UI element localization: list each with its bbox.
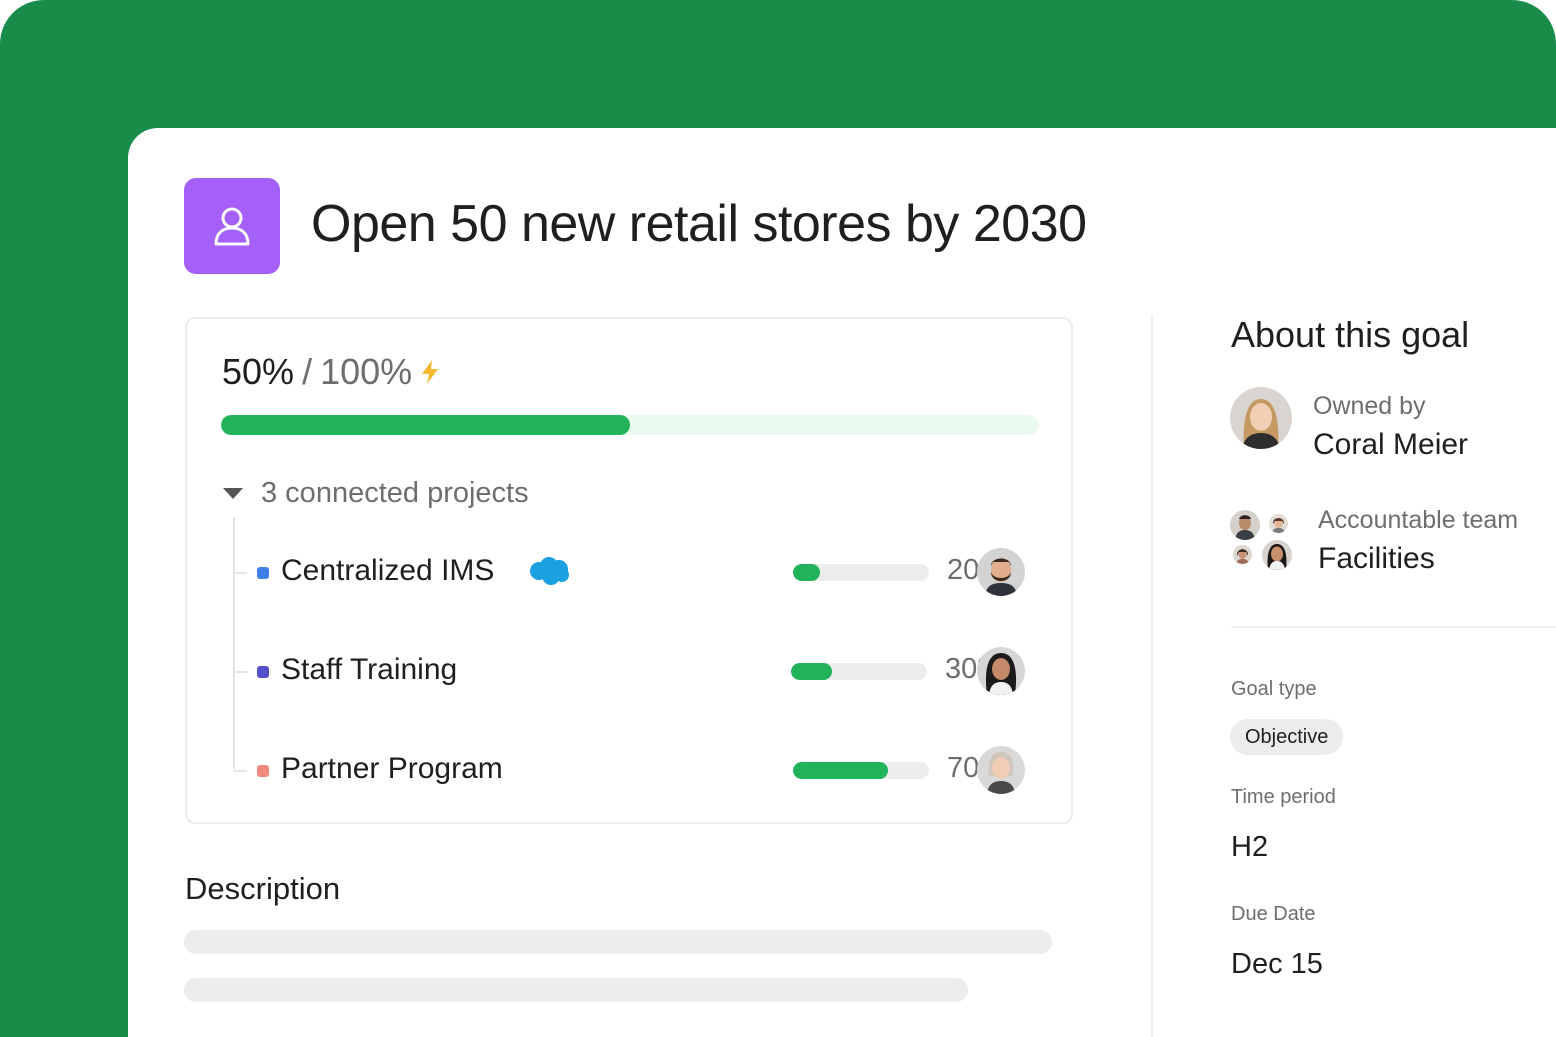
project-row[interactable]: Partner Program 70% (233, 746, 1033, 796)
team-member-avatar (1269, 514, 1288, 533)
goal-progress-panel: 50% / 100% 3 connected projects Centrali… (185, 317, 1073, 824)
time-period-value[interactable]: H2 (1231, 831, 1268, 864)
about-heading: About this goal (1231, 314, 1470, 355)
progress-summary: 50% / 100% (222, 351, 440, 393)
owner-label: Owned by (1313, 392, 1426, 420)
project-row[interactable]: Centralized IMS 20% (233, 548, 1033, 598)
project-progress-fill (791, 663, 832, 680)
tree-branch (233, 671, 247, 673)
progress-separator: / (302, 351, 313, 392)
progress-current: 50% (222, 351, 295, 392)
project-name[interactable]: Centralized IMS (281, 554, 494, 588)
project-progress-bar (791, 663, 927, 680)
project-progress-fill (793, 564, 821, 581)
project-color-dot (257, 567, 269, 579)
connected-projects-toggle[interactable]: 3 connected projects (223, 477, 529, 510)
goal-type-label: Goal type (1231, 678, 1317, 700)
project-owner-avatar[interactable] (977, 647, 1025, 695)
team-name[interactable]: Facilities (1318, 542, 1435, 576)
page-title: Open 50 new retail stores by 2030 (311, 195, 1087, 253)
goal-type-pill[interactable]: Objective (1230, 719, 1344, 755)
tree-branch (233, 572, 247, 574)
goal-progress-fill (221, 415, 630, 435)
lightning-bolt-icon (420, 359, 440, 385)
due-date-label: Due Date (1231, 903, 1316, 925)
description-placeholder-line (184, 930, 1052, 954)
salesforce-cloud-icon (527, 556, 571, 591)
project-owner-avatar[interactable] (977, 746, 1025, 794)
panel-divider (1151, 314, 1153, 1037)
team-member-avatar (1233, 545, 1252, 564)
project-color-dot (257, 666, 269, 678)
description-placeholder-line (184, 978, 968, 1002)
project-progress-bar (793, 564, 929, 581)
team-member-avatar (1230, 510, 1260, 540)
due-date-value[interactable]: Dec 15 (1231, 948, 1323, 981)
connected-projects-label: 3 connected projects (261, 477, 529, 509)
project-owner-avatar[interactable] (977, 548, 1025, 596)
team-member-avatar (1262, 540, 1292, 570)
tree-branch (233, 770, 247, 772)
section-divider (1231, 626, 1556, 628)
project-row[interactable]: Staff Training 30% (233, 647, 1033, 697)
owner-avatar[interactable] (1230, 387, 1292, 449)
goal-progress-bar (221, 415, 1039, 435)
goal-card: Open 50 new retail stores by 2030 50% / … (128, 128, 1556, 1037)
project-progress-fill (793, 762, 889, 779)
team-label: Accountable team (1318, 506, 1519, 534)
time-period-label: Time period (1231, 786, 1336, 808)
description-heading: Description (185, 871, 341, 906)
caret-down-icon[interactable] (223, 488, 243, 499)
project-name[interactable]: Partner Program (281, 752, 503, 786)
project-name[interactable]: Staff Training (281, 653, 457, 687)
project-progress-bar (793, 762, 929, 779)
progress-target: 100% (320, 351, 413, 392)
owner-name[interactable]: Coral Meier (1313, 428, 1468, 462)
person-goal-icon (184, 178, 280, 274)
project-color-dot (257, 765, 269, 777)
